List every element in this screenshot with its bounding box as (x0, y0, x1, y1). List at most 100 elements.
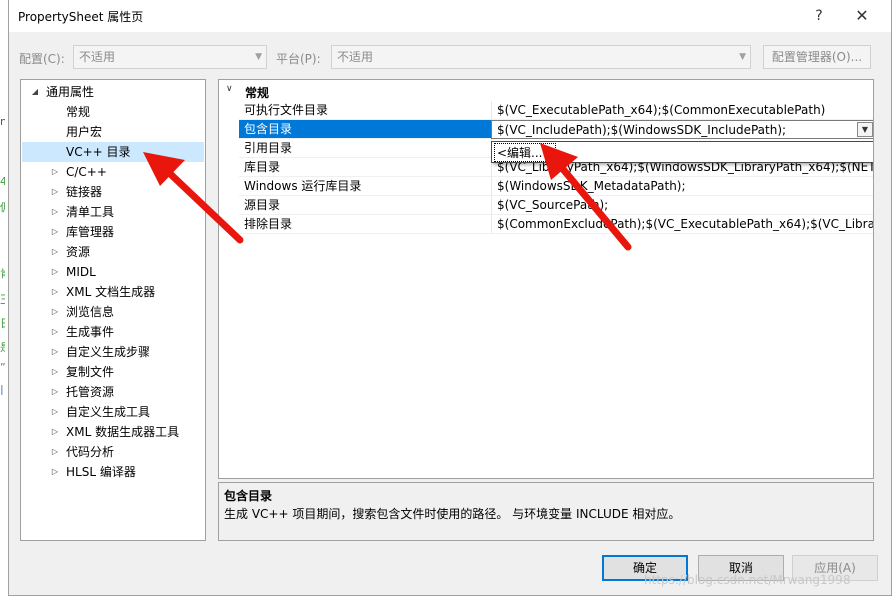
collapsed-triangle-icon[interactable]: ▷ (50, 402, 60, 422)
collapsed-triangle-icon[interactable]: ▷ (50, 422, 60, 442)
configuration-label: 配置(C): (19, 52, 65, 66)
configuration-manager-button[interactable]: 配置管理器(O)... (763, 45, 871, 69)
chevron-down-icon: ▼ (739, 52, 746, 62)
tree-item-label: 浏览信息 (66, 305, 115, 319)
tree-item[interactable]: ▷ 库管理器 (22, 222, 204, 242)
watermark: https://blog.csdn.net/Mrwang1998 (644, 573, 851, 587)
tree-item[interactable]: ▷ 链接器 (22, 182, 204, 202)
tree-item-vc-directories[interactable]: VC++ 目录 (22, 142, 204, 162)
tree-item-label: 通用属性 (46, 85, 95, 99)
tree-item-label: XML 数据生成器工具 (66, 425, 180, 439)
close-button[interactable]: ✕ (849, 4, 875, 28)
tree-item[interactable]: 常规 (22, 102, 204, 122)
edge-fragment: 4 (0, 176, 5, 187)
edge-fragment: 肯 (0, 268, 5, 279)
tree-item-label: 清单工具 (66, 205, 115, 219)
property-value[interactable]: $(CommonExcludePath);$(VC_ExecutablePath… (491, 215, 873, 234)
property-row[interactable]: 排除目录 $(CommonExcludePath);$(VC_Executabl… (219, 215, 873, 234)
collapsed-triangle-icon[interactable]: ▷ (50, 262, 60, 282)
collapsed-triangle-icon[interactable]: ▷ (50, 362, 60, 382)
property-name: 库目录 (239, 158, 491, 177)
collapsed-triangle-icon[interactable]: ▷ (50, 202, 60, 222)
tree-item-label: 复制文件 (66, 365, 115, 379)
description-title: 包含目录 (224, 489, 273, 503)
tree-item[interactable]: ▷ 复制文件 (22, 362, 204, 382)
collapsed-triangle-icon[interactable]: ▷ (50, 222, 60, 242)
tree-item[interactable]: ▷ 代码分析 (22, 442, 204, 462)
tree-item[interactable]: 用户宏 (22, 122, 204, 142)
tree-item-label: MIDL (66, 265, 96, 279)
category-label: 常规 (245, 86, 270, 100)
tree-item-label: 资源 (66, 245, 91, 259)
platform-label: 平台(P): (276, 52, 321, 66)
dropdown-option-edit[interactable]: <编辑...> (494, 143, 556, 162)
collapsed-triangle-icon[interactable]: ▷ (50, 342, 60, 362)
property-name: 可执行文件目录 (239, 101, 491, 120)
edge-fragment: ” (0, 362, 5, 373)
edge-fragment: 佣 (0, 202, 5, 213)
collapsed-triangle-icon[interactable]: ▷ (50, 302, 60, 322)
tree-item-label: 链接器 (66, 185, 103, 199)
edge-fragment: 日 (0, 318, 5, 329)
tree-item[interactable]: ▷ 自定义生成步骤 (22, 342, 204, 362)
property-value[interactable]: $(VC_SourcePath); (491, 196, 873, 215)
collapsed-triangle-icon[interactable]: ▷ (50, 462, 60, 482)
tree-item[interactable]: ▷ 清单工具 (22, 202, 204, 222)
collapsed-triangle-icon[interactable]: ▷ (50, 162, 60, 182)
tree-item[interactable]: ▷ 浏览信息 (22, 302, 204, 322)
tree-item-label: 常规 (66, 105, 91, 119)
collapsed-triangle-icon[interactable]: ▷ (50, 442, 60, 462)
background-edge-fragments: n 4 佣 肯 王 日 是 ” | (0, 100, 8, 420)
description-text: 生成 VC++ 项目期间，搜索包含文件时使用的路径。 与环境变量 INCLUDE… (224, 507, 681, 521)
tree-item[interactable]: ▷ C/C++ (22, 162, 204, 182)
tree-item-label: 自定义生成工具 (66, 405, 151, 419)
category-row[interactable]: ∨ 常规 (219, 82, 873, 101)
collapsed-triangle-icon[interactable]: ▷ (50, 242, 60, 262)
collapsed-triangle-icon[interactable]: ▷ (50, 182, 60, 202)
edge-fragment: 王 (0, 294, 5, 305)
property-value[interactable]: $(VC_ExecutablePath_x64);$(CommonExecuta… (491, 101, 873, 120)
platform-select[interactable]: 不适用 ▼ (331, 45, 751, 69)
chevron-down-icon[interactable]: ∨ (226, 84, 233, 94)
tree-item-common-properties[interactable]: ◢ 通用属性 (22, 82, 204, 102)
collapsed-triangle-icon[interactable]: ▷ (50, 382, 60, 402)
edge-fragment: | (0, 384, 4, 395)
collapsed-triangle-icon[interactable]: ▷ (50, 322, 60, 342)
property-name: 包含目录 (239, 120, 491, 139)
tree-item[interactable]: ▷ 生成事件 (22, 322, 204, 342)
tree-item[interactable]: ▷ 托管资源 (22, 382, 204, 402)
tree-item-label: 库管理器 (66, 225, 115, 239)
tree-item-label: HLSL 编译器 (66, 465, 136, 479)
property-row[interactable]: 源目录 $(VC_SourcePath); (219, 196, 873, 215)
platform-value: 不适用 (337, 50, 374, 64)
value-dropdown-popup: <编辑...> (491, 141, 873, 163)
property-row-include-dirs[interactable]: 包含目录 $(VC_IncludePath);$(WindowsSDK_Incl… (219, 120, 873, 139)
tree-item-label: 自定义生成步骤 (66, 345, 151, 359)
configuration-select[interactable]: 不适用 ▼ (73, 45, 267, 69)
title-bar: PropertySheet 属性页 ? ✕ (9, 0, 891, 32)
help-button[interactable]: ? (806, 4, 832, 28)
tree-item[interactable]: ▷ HLSL 编译器 (22, 462, 204, 482)
property-value-editor[interactable]: $(VC_IncludePath);$(WindowsSDK_IncludePa… (491, 120, 873, 139)
tree-item[interactable]: ▷ XML 数据生成器工具 (22, 422, 204, 442)
property-row[interactable]: Windows 运行库目录 $(WindowsSDK_MetadataPath)… (219, 177, 873, 196)
tree-item-label: 托管资源 (66, 385, 115, 399)
property-value: $(VC_IncludePath);$(WindowsSDK_IncludePa… (497, 123, 787, 137)
expanded-triangle-icon[interactable]: ◢ (30, 82, 40, 102)
tree-item[interactable]: ▷ 资源 (22, 242, 204, 262)
property-value[interactable]: $(WindowsSDK_MetadataPath); (491, 177, 873, 196)
property-row[interactable]: 可执行文件目录 $(VC_ExecutablePath_x64);$(Commo… (219, 101, 873, 120)
tree-item-label: C/C++ (66, 165, 107, 179)
tree-item[interactable]: ▷ XML 文档生成器 (22, 282, 204, 302)
edge-fragment: 是 (0, 342, 5, 353)
tree-item[interactable]: ▷ 自定义生成工具 (22, 402, 204, 422)
tree-item[interactable]: ▷ MIDL (22, 262, 204, 282)
tree-item-label: 用户宏 (66, 125, 103, 139)
configuration-bar: 配置(C): 不适用 ▼ 平台(P): 不适用 ▼ 配置管理器(O)... (9, 45, 891, 69)
property-name: 源目录 (239, 196, 491, 215)
tree-item-label: XML 文档生成器 (66, 285, 156, 299)
collapsed-triangle-icon[interactable]: ▷ (50, 282, 60, 302)
property-name: 排除目录 (239, 215, 491, 234)
chevron-down-icon[interactable]: ▼ (857, 122, 873, 137)
tree-item-label: VC++ 目录 (66, 145, 131, 159)
